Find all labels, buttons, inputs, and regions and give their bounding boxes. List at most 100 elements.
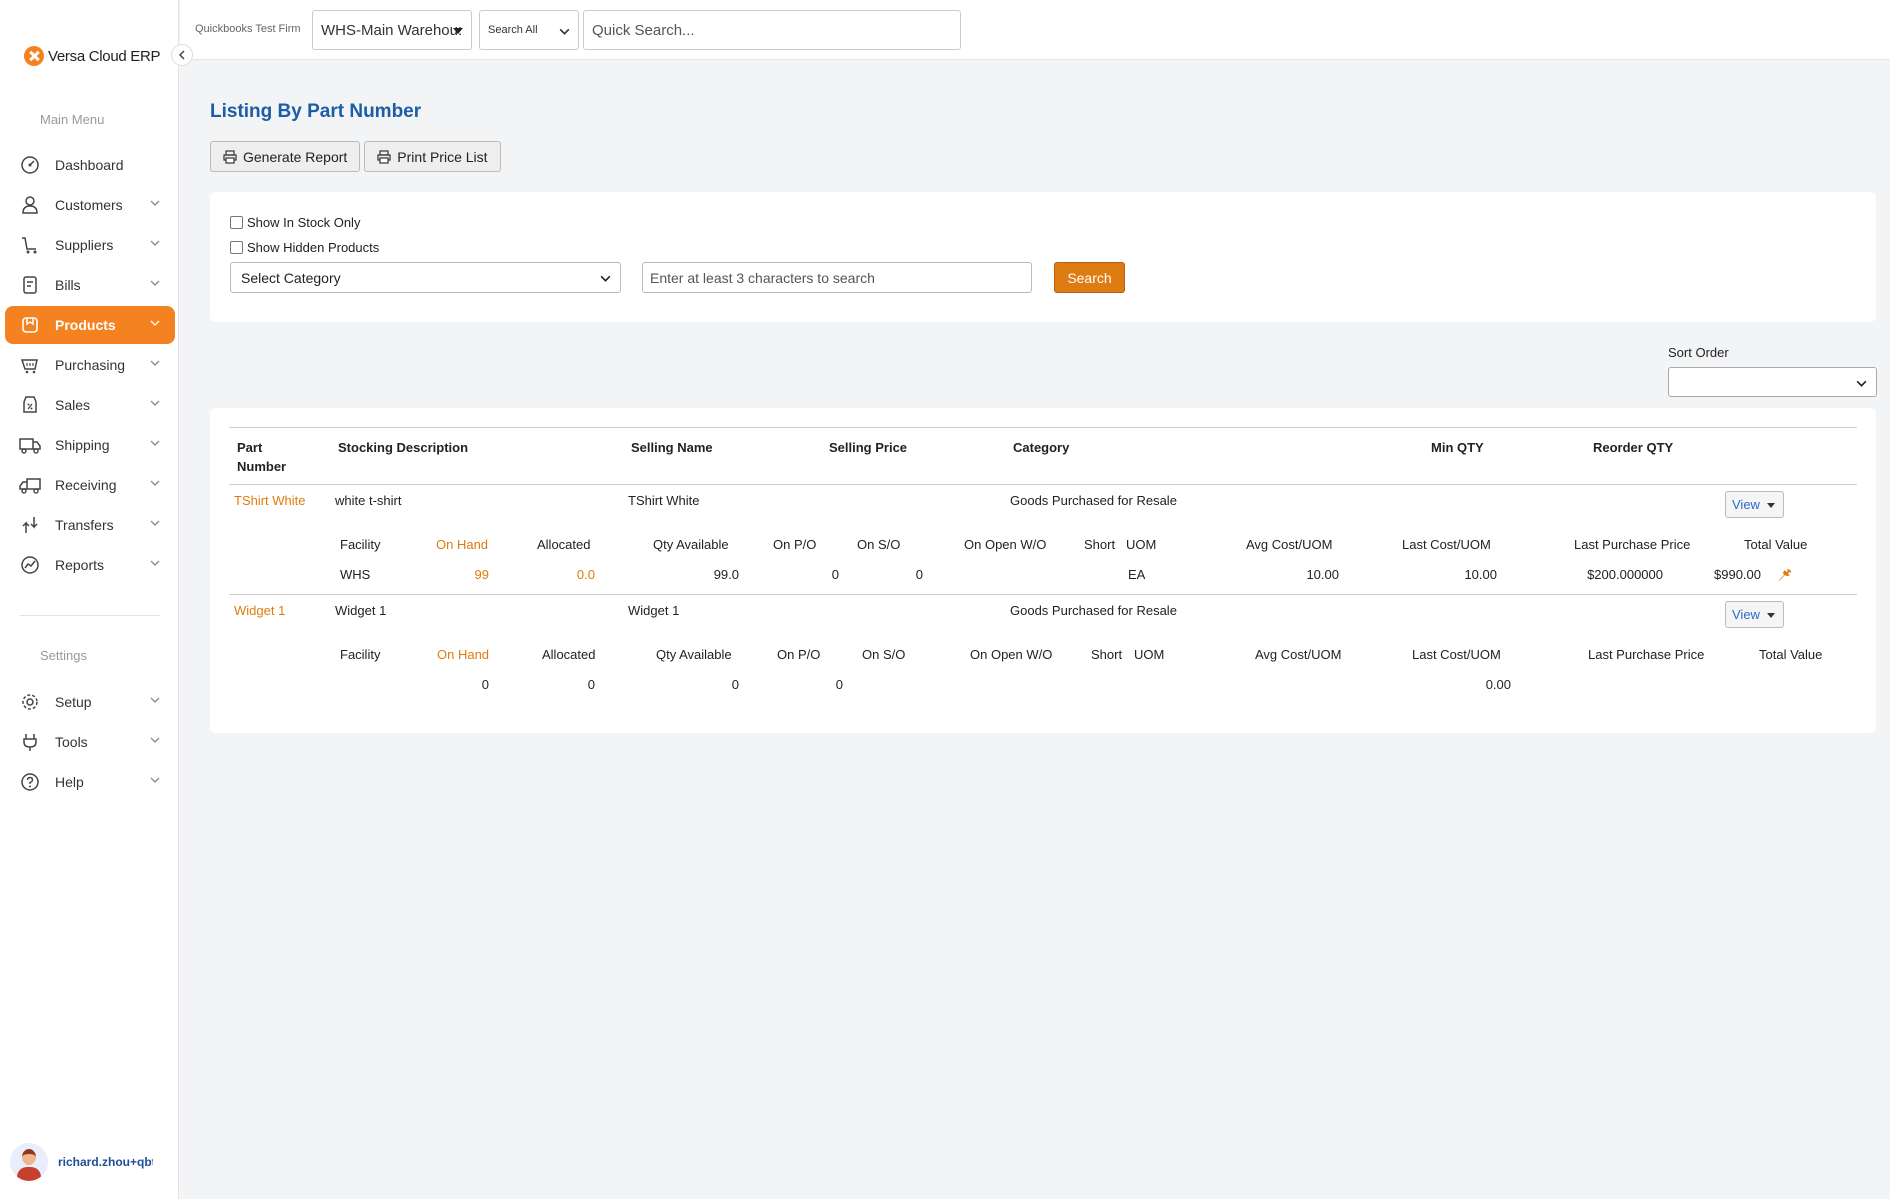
sidebar-item-reports[interactable]: Reports: [5, 546, 175, 584]
total-value-value: $990.00: [1714, 567, 1761, 582]
chevron-down-icon: [150, 280, 160, 286]
col-selling-price[interactable]: Selling Price: [829, 438, 907, 457]
collapse-sidebar-button[interactable]: [171, 44, 193, 66]
main-menu: Dashboard Customers Suppliers Bills Prod…: [5, 146, 175, 586]
sidebar: Versa Cloud ERP Main Menu Dashboard Cust…: [0, 0, 179, 1199]
avatar: [10, 1143, 48, 1181]
user-profile[interactable]: richard.zhou+qbt: [10, 1143, 153, 1181]
wrench-icon[interactable]: [1778, 568, 1792, 582]
stocking-description: white t-shirt: [335, 493, 402, 508]
col-min-qty[interactable]: Min QTY: [1431, 438, 1484, 457]
show-in-stock-checkbox[interactable]: Show In Stock Only: [230, 215, 360, 230]
subhdr-short: Short: [1091, 647, 1123, 662]
sort-order-select[interactable]: [1668, 367, 1877, 397]
page-title: Listing By Part Number: [210, 101, 422, 122]
sidebar-item-label: Reports: [55, 557, 105, 573]
sidebar-item-dashboard[interactable]: Dashboard: [5, 146, 175, 184]
view-dropdown-button[interactable]: View: [1725, 601, 1784, 628]
sidebar-item-label: Products: [55, 317, 116, 333]
view-dropdown-button[interactable]: View: [1725, 491, 1784, 518]
bill-icon: [19, 274, 41, 296]
printer-icon: [377, 149, 391, 164]
product-search-input[interactable]: [642, 262, 1032, 293]
part-number-link[interactable]: TShirt White: [234, 493, 306, 508]
sidebar-item-shipping[interactable]: Shipping: [5, 426, 175, 464]
transfer-icon: [19, 514, 41, 536]
col-selling-name[interactable]: Selling Name: [631, 438, 713, 457]
view-label: View: [1732, 607, 1760, 622]
show-in-stock-label: Show In Stock Only: [247, 215, 361, 230]
col-reorder-qty[interactable]: Reorder QTY: [1593, 438, 1673, 457]
sort-order-label: Sort Order: [1668, 345, 1729, 360]
subhdr-avg-cost: Avg Cost/UOM: [1246, 537, 1333, 552]
app-logo[interactable]: Versa Cloud ERP: [24, 46, 161, 66]
search-scope-select[interactable]: Search All: [479, 10, 579, 50]
caret-down-icon: [1767, 613, 1775, 618]
tag-icon: [19, 394, 41, 416]
warehouse-select[interactable]: WHS-Main Warehou:: [312, 10, 472, 50]
warehouse-value: WHS-Main Warehou:: [321, 21, 463, 39]
col-part-number[interactable]: Part Number: [237, 438, 307, 476]
col-category[interactable]: Category: [1013, 438, 1069, 457]
checkbox[interactable]: [230, 216, 243, 229]
cart-icon: [19, 234, 41, 256]
sidebar-item-label: Help: [55, 774, 84, 790]
chevron-down-icon: [1856, 380, 1867, 387]
print-price-list-button[interactable]: Print Price List: [364, 141, 501, 172]
category-select[interactable]: Select Category: [230, 262, 621, 293]
show-hidden-checkbox[interactable]: Show Hidden Products: [230, 240, 379, 255]
sidebar-item-transfers[interactable]: Transfers: [5, 506, 175, 544]
sidebar-item-purchasing[interactable]: Purchasing: [5, 346, 175, 384]
chevron-down-icon: [600, 275, 611, 282]
chevron-down-icon: [150, 520, 160, 526]
sidebar-item-help[interactable]: Help: [5, 763, 175, 801]
subhdr-last-cost: Last Cost/UOM: [1402, 537, 1491, 552]
chevron-down-icon: [150, 777, 160, 783]
subhdr-on-so: On S/O: [857, 537, 901, 552]
caret-down-icon: [453, 28, 463, 34]
on-hand-value[interactable]: 99: [449, 567, 489, 582]
allocated-value: 0: [587, 677, 595, 692]
sidebar-item-setup[interactable]: Setup: [5, 683, 175, 721]
subhdr-last-purchase-price: Last Purchase Price: [1574, 537, 1691, 552]
chevron-down-icon: [150, 480, 160, 486]
subhdr-uom: UOM: [1126, 537, 1157, 552]
action-buttons: Generate Report Print Price List: [210, 141, 501, 172]
subhdr-allocated: Allocated: [537, 537, 591, 552]
part-number-link[interactable]: Widget 1: [234, 603, 285, 618]
sidebar-item-sales[interactable]: Sales: [5, 386, 175, 424]
sidebar-item-label: Receiving: [55, 477, 117, 493]
chevron-down-icon: [150, 400, 160, 406]
qty-available-value: 0: [731, 677, 739, 692]
selling-name: TShirt White: [628, 493, 700, 508]
stocking-description: Widget 1: [335, 603, 387, 618]
settings-heading: Settings: [40, 648, 87, 663]
chevron-down-icon: [150, 200, 160, 206]
search-button[interactable]: Search: [1054, 262, 1125, 293]
col-stocking-description[interactable]: Stocking Description: [338, 438, 468, 457]
sidebar-item-suppliers[interactable]: Suppliers: [5, 226, 175, 264]
subhdr-qty-available: Qty Available: [656, 647, 732, 662]
sidebar-item-products[interactable]: Products: [5, 306, 175, 344]
top-bar: Quickbooks Test Firm WHS-Main Warehou: S…: [180, 0, 1890, 60]
category: Goods Purchased for Resale: [1010, 493, 1177, 508]
generate-report-label: Generate Report: [243, 148, 348, 165]
sidebar-item-label: Tools: [55, 734, 88, 750]
checkbox[interactable]: [230, 241, 243, 254]
subhdr-on-hand: On Hand: [437, 647, 490, 662]
subhdr-on-so: On S/O: [862, 647, 906, 662]
sidebar-item-label: Shipping: [55, 437, 110, 453]
sidebar-item-customers[interactable]: Customers: [5, 186, 175, 224]
on-po-value: 0: [831, 567, 839, 582]
chevron-down-icon: [150, 560, 160, 566]
subhdr-on-open-wo: On Open W/O: [970, 647, 1053, 662]
chevron-left-icon: [178, 50, 185, 60]
printer-icon: [223, 149, 237, 164]
quick-search-input[interactable]: [583, 10, 961, 50]
sidebar-item-receiving[interactable]: Receiving: [5, 466, 175, 504]
sidebar-item-tools[interactable]: Tools: [5, 723, 175, 761]
sidebar-item-bills[interactable]: Bills: [5, 266, 175, 304]
generate-report-button[interactable]: Generate Report: [210, 141, 361, 172]
allocated-value[interactable]: 0.0: [555, 567, 595, 582]
chevron-down-icon: [150, 697, 160, 703]
